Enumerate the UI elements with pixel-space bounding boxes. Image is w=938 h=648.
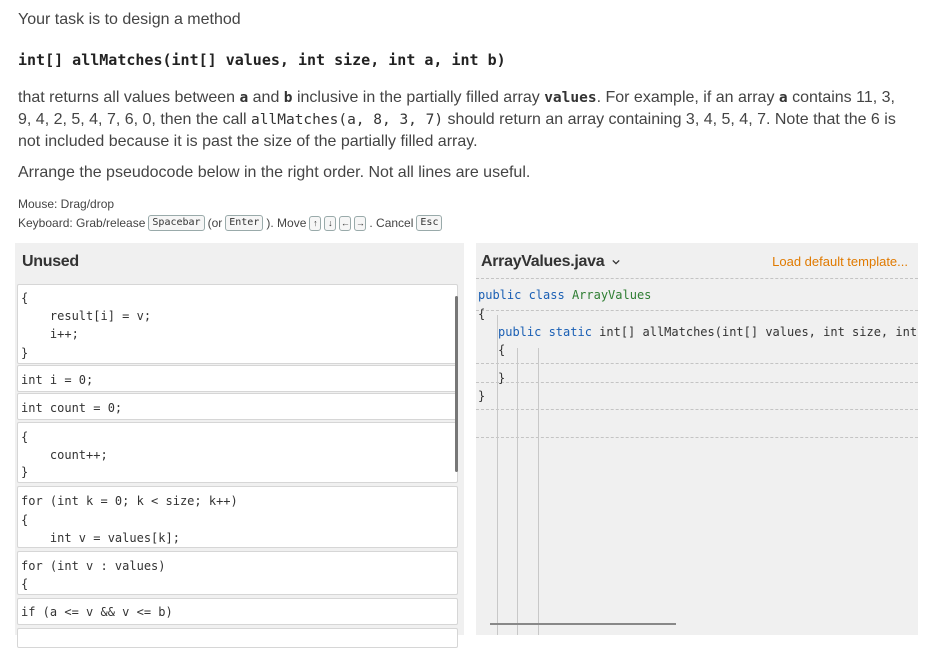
code-block[interactable] xyxy=(17,628,458,648)
code-line: { xyxy=(498,343,506,357)
chevron-down-icon xyxy=(612,259,620,265)
arrow-right-key: → xyxy=(354,215,367,231)
code-line: i++; xyxy=(21,327,79,341)
code-keyword: public static xyxy=(498,325,592,339)
code-line: int count = 0; xyxy=(21,401,123,415)
editor-horizontal-scrollbar[interactable] xyxy=(490,623,676,625)
keyboard-hint-text: (or xyxy=(207,216,223,230)
code-class-name: ArrayValues xyxy=(571,288,652,302)
code-line: } xyxy=(498,371,506,385)
code-block[interactable]: { count++; } xyxy=(17,422,458,483)
unused-panel: Unused { result[i] = v; i++; } int i = 0… xyxy=(15,243,464,648)
editor-filename: ArrayValues.java xyxy=(481,253,605,270)
code-line: { xyxy=(21,291,29,305)
code-line: for (int v : values) xyxy=(21,559,166,573)
load-default-template-link[interactable]: Load default template... xyxy=(772,254,908,269)
desc-text: that returns all values between xyxy=(18,89,240,106)
code-keyword: public class xyxy=(478,288,565,302)
code-line: { xyxy=(21,430,29,444)
drop-guide xyxy=(476,382,918,383)
spacebar-key: Spacebar xyxy=(148,215,205,231)
code-line: { xyxy=(21,577,29,591)
code-block[interactable]: if (a <= v && v <= b) xyxy=(17,598,458,625)
code-line: int v = values[k]; xyxy=(21,531,180,545)
enter-key: Enter xyxy=(225,215,264,231)
indent-guide xyxy=(497,315,498,635)
code-line: result[i] = v; xyxy=(21,309,152,323)
code-line: for (int k = 0; k < size; k++) xyxy=(21,494,238,508)
desc-code: b xyxy=(283,90,293,106)
drop-guide xyxy=(476,363,918,364)
indent-guide xyxy=(538,348,539,635)
mouse-hint: Mouse: Drag/drop xyxy=(18,197,115,211)
keyboard-hint-text: . Cancel xyxy=(369,216,414,230)
desc-code: a xyxy=(778,90,788,106)
drop-guide xyxy=(476,278,918,279)
code-line: if (a <= v && v <= b) xyxy=(21,605,173,619)
esc-key: Esc xyxy=(416,215,443,231)
arrow-down-key: ↓ xyxy=(324,215,337,231)
code-line: { xyxy=(478,307,486,321)
code-block[interactable]: int count = 0; xyxy=(17,393,458,420)
code-line: public static int[] allMatches(int[] val… xyxy=(498,325,918,339)
arrow-left-key: ← xyxy=(339,215,352,231)
method-signature: int[] allMatches(int[] values, int size,… xyxy=(18,51,506,69)
code-line: } xyxy=(21,346,29,360)
desc-code: values xyxy=(544,90,597,106)
desc-text: . For example, if an array xyxy=(596,89,779,106)
keyboard-hint-text: ). Move xyxy=(266,216,307,230)
code-text: int[] allMatches(int[] values, int size,… xyxy=(599,325,918,339)
task-description: that returns all values between a and b … xyxy=(18,87,898,153)
arrange-instruction: Arrange the pseudocode below in the righ… xyxy=(18,164,531,181)
drop-guide xyxy=(476,409,918,410)
code-block[interactable]: for (int k = 0; k < size; k++) { int v =… xyxy=(17,486,458,548)
editor-panel: ArrayValues.java Load default template..… xyxy=(476,243,918,635)
code-line: count++; xyxy=(21,448,108,462)
desc-text: inclusive in the partially filled array xyxy=(292,89,545,106)
desc-text: and xyxy=(248,89,284,106)
unused-scrollbar[interactable] xyxy=(455,296,458,472)
desc-code: a xyxy=(239,90,249,106)
desc-code: allMatches(a, 8, 3, 7) xyxy=(251,112,444,128)
unused-title: Unused xyxy=(22,253,79,270)
code-line: int i = 0; xyxy=(21,373,94,387)
keyboard-hint-text: Keyboard: Grab/release xyxy=(18,216,146,230)
code-block[interactable]: int i = 0; xyxy=(17,365,458,392)
code-block[interactable]: for (int v : values) { xyxy=(17,551,458,595)
keyboard-hint: Keyboard: Grab/release Spacebar (or Ente… xyxy=(18,215,443,231)
code-line: } xyxy=(478,389,486,403)
code-block[interactable]: { result[i] = v; i++; } xyxy=(17,284,458,364)
code-line: { xyxy=(21,513,29,527)
drop-guide xyxy=(476,437,918,438)
drop-guide xyxy=(476,310,918,311)
code-line: } xyxy=(21,465,29,479)
indent-guide xyxy=(517,348,518,635)
arrow-up-key: ↑ xyxy=(309,215,322,231)
code-line: public class ArrayValues xyxy=(478,288,651,302)
task-intro: Your task is to design a method xyxy=(18,11,241,28)
